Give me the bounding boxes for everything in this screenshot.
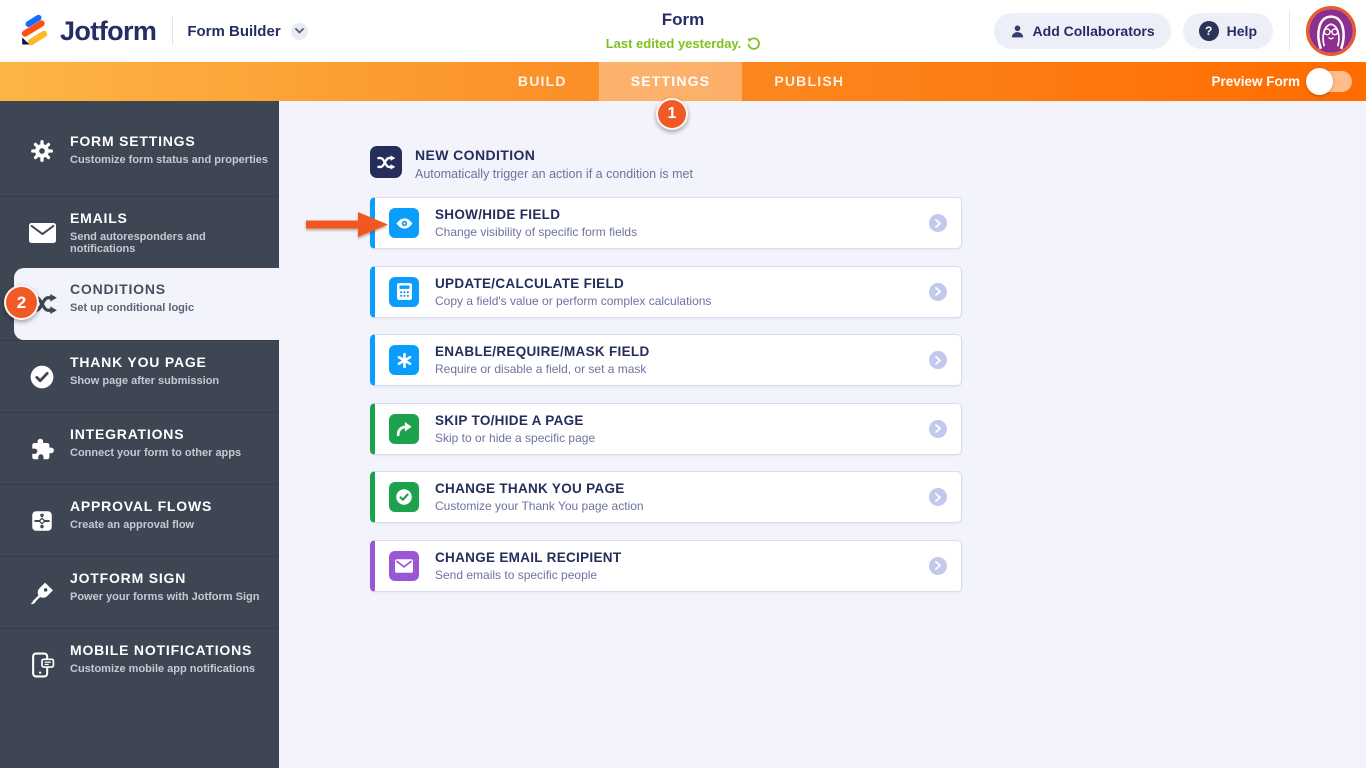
jotform-form-builder-settings-page: Jotform Form Builder Form Last edited ye… xyxy=(0,0,1366,768)
new-condition-title: NEW CONDITION xyxy=(415,147,536,163)
card-title: SKIP TO/HIDE A PAGE xyxy=(435,412,584,428)
form-title: Form xyxy=(661,10,705,29)
sidebar-item-desc: Connect your form to other apps xyxy=(70,447,242,459)
help-label: Help xyxy=(1226,23,1257,39)
approval-flow-icon xyxy=(26,508,58,534)
sidebar-item-label: CONDITIONS xyxy=(70,281,166,297)
chevron-right-icon[interactable] xyxy=(929,488,947,506)
condition-card-change-email-recipient[interactable]: CHANGE EMAIL RECIPIENT Send emails to sp… xyxy=(370,539,962,592)
annotation-arrow xyxy=(306,212,388,237)
help-button[interactable]: ? Help xyxy=(1182,13,1273,49)
jotform-logo-icon[interactable] xyxy=(16,14,50,48)
envelope-card-icon xyxy=(389,550,419,581)
card-desc: Copy a field's value or perform complex … xyxy=(435,293,712,308)
sidebar-item-desc: Show page after submission xyxy=(70,375,220,387)
last-edited-status: Last edited yesterday. xyxy=(606,36,761,51)
toggle-knob[interactable] xyxy=(1306,68,1333,95)
new-condition-header: NEW CONDITION Automatically trigger an a… xyxy=(370,146,693,181)
sidebar-item-label: FORM SETTINGS xyxy=(70,133,196,149)
condition-card-enable-require-mask-field[interactable]: ENABLE/REQUIRE/MASK FIELD Require or dis… xyxy=(370,334,962,386)
chevron-right-icon[interactable] xyxy=(929,282,947,301)
sidebar-item-label: INTEGRATIONS xyxy=(70,426,185,442)
conditions-panel: NEW CONDITION Automatically trigger an a… xyxy=(279,101,1366,768)
card-title: ENABLE/REQUIRE/MASK FIELD xyxy=(435,344,650,359)
new-condition-desc: Automatically trigger an action if a con… xyxy=(415,167,693,181)
sidebar-item-label: APPROVAL FLOWS xyxy=(70,498,213,514)
header-divider xyxy=(172,17,174,45)
sidebar-item-emails[interactable]: EMAILS Send autoresponders and notificat… xyxy=(0,196,279,268)
tab-build[interactable]: BUILD xyxy=(486,62,599,101)
question-mark-icon: ? xyxy=(1198,21,1219,41)
sidebar-item-integrations[interactable]: INTEGRATIONS Connect your form to other … xyxy=(0,412,279,484)
sidebar-item-label: JOTFORM SIGN xyxy=(70,570,187,586)
card-desc: Require or disable a field, or set a mas… xyxy=(435,362,647,376)
sidebar-item-thank-you-page[interactable]: THANK YOU PAGE Show page after submissio… xyxy=(0,340,279,412)
settings-sidebar: FORM SETTINGS Customize form status and … xyxy=(0,101,279,768)
card-title: CHANGE EMAIL RECIPIENT xyxy=(435,549,622,565)
gear-icon xyxy=(26,138,58,164)
product-name-label[interactable]: Form Builder xyxy=(187,23,280,40)
tab-publish[interactable]: PUBLISH xyxy=(742,62,876,101)
condition-card-skip-to-hide-a-page[interactable]: SKIP TO/HIDE A PAGE Skip to or hide a sp… xyxy=(370,402,962,455)
add-collaborators-label: Add Collaborators xyxy=(1032,23,1155,39)
skip-arrow-icon xyxy=(389,413,419,444)
person-icon xyxy=(1011,25,1023,37)
condition-type-list: SHOW/HIDE FIELD Change visibility of spe… xyxy=(370,197,962,592)
puzzle-icon xyxy=(26,436,58,462)
sidebar-item-label: MOBILE NOTIFICATIONS xyxy=(70,642,253,658)
revision-history-icon[interactable] xyxy=(746,37,760,51)
product-switcher-dropdown[interactable] xyxy=(290,22,308,40)
sidebar-item-desc: Power your forms with Jotform Sign xyxy=(70,591,260,603)
chevron-right-icon[interactable] xyxy=(929,214,947,232)
annotation-step-2-badge: 2 xyxy=(4,285,39,320)
asterisk-icon xyxy=(389,345,419,375)
sidebar-item-desc: Create an approval flow xyxy=(70,519,195,531)
sidebar-item-approval-flows[interactable]: APPROVAL FLOWS Create an approval flow xyxy=(0,484,279,556)
user-avatar[interactable] xyxy=(1306,6,1356,56)
chevron-down-icon xyxy=(294,28,304,34)
chevron-right-icon[interactable] xyxy=(929,351,947,369)
tab-settings[interactable]: SETTINGS xyxy=(598,62,743,101)
sidebar-item-label: THANK YOU PAGE xyxy=(70,354,207,370)
preview-form-toggle[interactable] xyxy=(1306,68,1352,95)
card-desc: Skip to or hide a specific page xyxy=(435,430,596,445)
jotform-logo-text[interactable]: Jotform xyxy=(60,16,157,47)
form-title-group: Form Last edited yesterday. xyxy=(606,10,761,51)
header-divider xyxy=(1289,11,1290,51)
card-desc: Change visibility of specific form field… xyxy=(435,225,638,239)
eye-icon xyxy=(389,208,419,238)
sidebar-item-desc: Send autoresponders and notifications xyxy=(70,231,206,255)
condition-card-update-calculate-field[interactable]: UPDATE/CALCULATE FIELD Copy a field's va… xyxy=(370,265,962,318)
sidebar-item-form-settings[interactable]: FORM SETTINGS Customize form status and … xyxy=(0,101,279,196)
sidebar-item-label: EMAILS xyxy=(70,210,128,226)
add-collaborators-button[interactable]: Add Collaborators xyxy=(993,13,1171,49)
builder-nav-bar: BUILD SETTINGS PUBLISH Preview Form xyxy=(0,62,1366,101)
sidebar-item-desc: Set up conditional logic xyxy=(70,302,195,314)
pen-nib-icon xyxy=(26,580,58,605)
shuffle-icon xyxy=(370,146,402,178)
check-badge-icon xyxy=(389,482,419,512)
sidebar-item-mobile-notifications[interactable]: MOBILE NOTIFICATIONS Customize mobile ap… xyxy=(0,628,279,700)
sidebar-item-jotform-sign[interactable]: JOTFORM SIGN Power your forms with Jotfo… xyxy=(0,556,279,628)
chevron-right-icon[interactable] xyxy=(929,419,947,438)
condition-card-show-hide-field[interactable]: SHOW/HIDE FIELD Change visibility of spe… xyxy=(370,197,962,249)
card-desc: Customize your Thank You page action xyxy=(435,499,644,513)
sidebar-item-desc: Customize mobile app notifications xyxy=(70,663,256,675)
card-title: CHANGE THANK YOU PAGE xyxy=(435,481,625,496)
last-edited-text: Last edited yesterday. xyxy=(605,36,742,51)
envelope-icon xyxy=(26,222,58,243)
preview-form-label: Preview Form xyxy=(1211,74,1300,89)
card-title: SHOW/HIDE FIELD xyxy=(435,207,561,222)
card-desc: Send emails to specific people xyxy=(435,567,598,582)
card-title: UPDATE/CALCULATE FIELD xyxy=(435,275,625,291)
mobile-notification-icon xyxy=(26,652,58,678)
condition-card-change-thank-you-page[interactable]: CHANGE THANK YOU PAGE Customize your Tha… xyxy=(370,471,962,523)
check-circle-icon xyxy=(26,364,58,390)
chevron-right-icon[interactable] xyxy=(929,556,947,575)
sidebar-item-conditions[interactable]: 2 CONDITIONS Set up conditional logic xyxy=(4,268,279,340)
annotation-step-1-badge: 1 xyxy=(656,98,688,130)
top-header: Jotform Form Builder Form Last edited ye… xyxy=(0,0,1366,62)
calculator-icon xyxy=(389,276,419,307)
sidebar-item-desc: Customize form status and properties xyxy=(70,154,269,166)
